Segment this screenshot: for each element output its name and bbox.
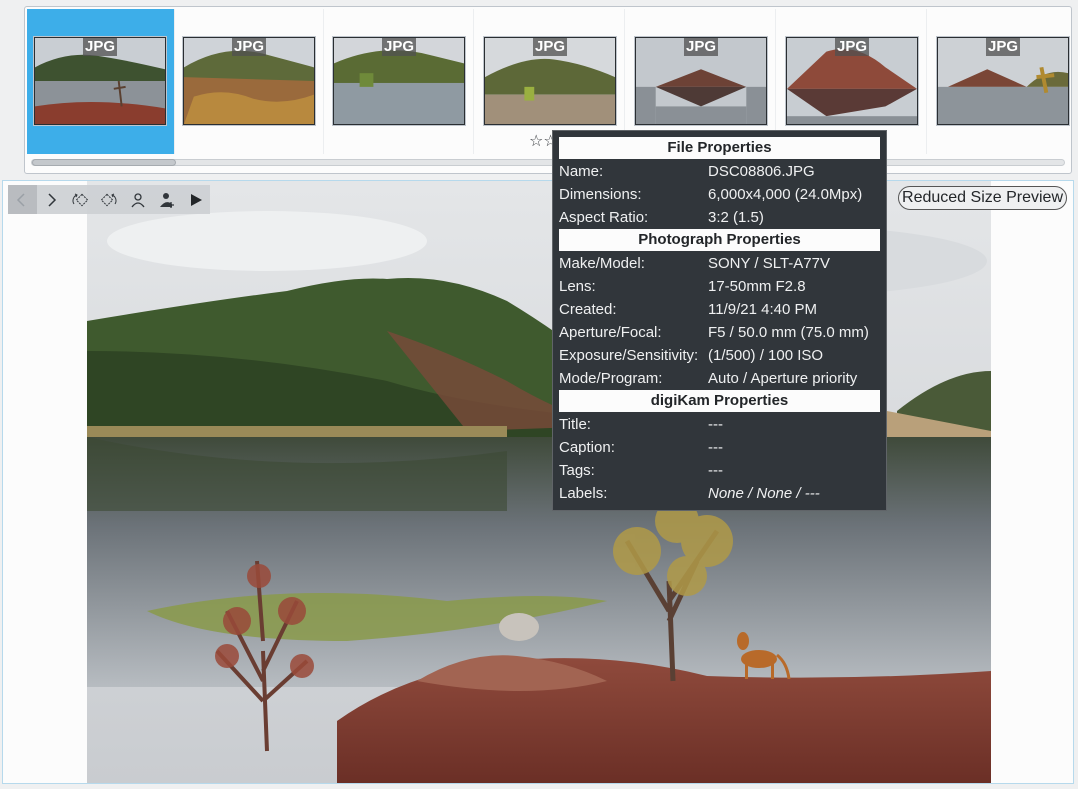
scrollbar-handle[interactable] xyxy=(32,159,176,166)
chevron-left-icon xyxy=(17,192,25,207)
jpg-badge: JPG xyxy=(834,38,870,56)
tooltip-key: Mode/Program: xyxy=(559,370,663,387)
tooltip-value: SONY / SLT-A77V xyxy=(708,255,830,272)
rotate-left-button[interactable] xyxy=(66,185,95,214)
thumbnail-image[interactable]: JPG xyxy=(333,37,465,125)
thumbnail-image[interactable]: JPG xyxy=(635,37,767,125)
tooltip-value: 3:2 (1.5) xyxy=(708,209,764,226)
add-person-icon xyxy=(159,192,174,208)
tooltip-key: Tags: xyxy=(559,462,595,479)
tooltip-key: Name: xyxy=(559,163,604,180)
tooltip-value: 11/9/21 4:40 PM xyxy=(708,301,817,318)
tooltip-key: Aspect Ratio: xyxy=(559,209,649,226)
tooltip-key: Dimensions: xyxy=(559,186,642,203)
previous-button[interactable] xyxy=(8,185,37,214)
thumbnail-image[interactable]: JPG xyxy=(937,37,1069,125)
tooltip-key: Title: xyxy=(559,416,591,433)
properties-tooltip: File Properties Name: DSC08806.JPG Dimen… xyxy=(552,130,887,511)
horizontal-scrollbar[interactable] xyxy=(31,159,1065,166)
thumbnail-image[interactable]: JPG xyxy=(183,37,315,125)
jpg-badge: JPG xyxy=(532,38,568,56)
thumbnail-item[interactable]: JPG xyxy=(27,9,175,154)
tooltip-key: Caption: xyxy=(559,439,615,456)
jpg-badge: JPG xyxy=(231,38,267,56)
add-face-tag-button[interactable] xyxy=(152,185,181,214)
thumbnail-image[interactable]: JPG xyxy=(484,37,616,125)
tooltip-key: Make/Model: xyxy=(559,255,645,272)
preview-toolbar xyxy=(8,185,210,214)
tooltip-value: --- xyxy=(708,416,723,433)
file-properties-header: File Properties xyxy=(559,137,880,159)
thumbnail-image[interactable]: JPG xyxy=(34,37,166,125)
tooltip-key: Exposure/Sensitivity: xyxy=(559,347,699,364)
tooltip-value: --- xyxy=(708,439,723,456)
tooltip-value: --- xyxy=(708,462,723,479)
people-button[interactable] xyxy=(123,185,152,214)
next-button[interactable] xyxy=(37,185,66,214)
image-preview-panel[interactable]: Reduced Size Preview xyxy=(2,180,1074,784)
rotate-right-button[interactable] xyxy=(95,185,124,214)
tooltip-value: F5 / 50.0 mm (75.0 mm) xyxy=(708,324,869,341)
tooltip-key: Labels: xyxy=(559,485,608,502)
digikam-properties-header: digiKam Properties xyxy=(559,390,880,412)
thumbnail-image[interactable]: JPG xyxy=(786,37,918,125)
tooltip-key: Aperture/Focal: xyxy=(559,324,662,341)
tooltip-value: (1/500) / 100 ISO xyxy=(708,347,824,364)
thumbnail-item[interactable]: JPG xyxy=(176,9,324,154)
jpg-badge: JPG xyxy=(381,38,417,56)
play-icon xyxy=(190,193,202,206)
chevron-right-icon xyxy=(48,192,57,207)
tooltip-key: Lens: xyxy=(559,278,596,295)
reduced-size-preview-button[interactable]: Reduced Size Preview xyxy=(898,186,1067,210)
thumbnail-item[interactable]: JPG xyxy=(930,9,1071,154)
photograph-properties-header: Photograph Properties xyxy=(559,229,880,251)
jpg-badge: JPG xyxy=(683,38,719,56)
tooltip-value: 17-50mm F2.8 xyxy=(708,278,806,295)
jpg-badge: JPG xyxy=(82,38,118,56)
jpg-badge: JPG xyxy=(985,38,1021,56)
tooltip-key: Created: xyxy=(559,301,617,318)
person-icon xyxy=(131,192,145,207)
tooltip-value: Auto / Aperture priority xyxy=(708,370,858,387)
rotate-right-icon xyxy=(100,193,117,206)
thumbnail-item[interactable]: JPG xyxy=(326,9,474,154)
rotate-left-icon xyxy=(72,193,89,206)
tooltip-value: DSC08806.JPG xyxy=(708,163,815,180)
thumbnail-strip[interactable]: JPG JPG JPG JPG ☆☆☆ JPG JPG JPG xyxy=(24,6,1072,174)
slideshow-button[interactable] xyxy=(181,185,210,214)
tooltip-value: 6,000x4,000 (24.0Mpx) xyxy=(708,186,863,203)
tooltip-value: None / None / --- xyxy=(708,485,820,502)
